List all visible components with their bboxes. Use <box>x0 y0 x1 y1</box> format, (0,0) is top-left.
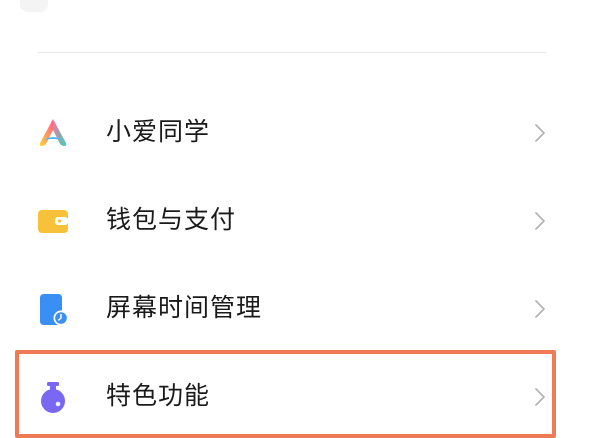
chevron-right-icon <box>532 386 548 408</box>
settings-item-label: 屏幕时间管理 <box>106 293 263 322</box>
settings-item-wallet[interactable]: 钱包与支付 <box>0 178 592 262</box>
wallet-icon <box>36 204 70 238</box>
chevron-right-icon <box>532 298 548 320</box>
chevron-right-icon <box>532 210 548 232</box>
settings-item-label: 特色功能 <box>106 381 211 410</box>
screen-time-icon <box>36 292 70 326</box>
settings-item-label: 小爱同学 <box>106 117 211 146</box>
xiaoai-icon <box>36 116 70 150</box>
settings-item-screen-time[interactable]: 屏幕时间管理 <box>0 266 592 350</box>
chevron-right-icon <box>532 122 548 144</box>
settings-item-xiaoai[interactable]: 小爱同学 <box>0 90 592 174</box>
settings-item-special-features[interactable]: 特色功能 <box>0 354 592 438</box>
settings-item-label: 钱包与支付 <box>106 205 237 234</box>
settings-list: 小爱同学 钱包与支付 屏幕时间管理 特色功能 <box>0 0 592 422</box>
special-features-icon <box>36 380 70 414</box>
